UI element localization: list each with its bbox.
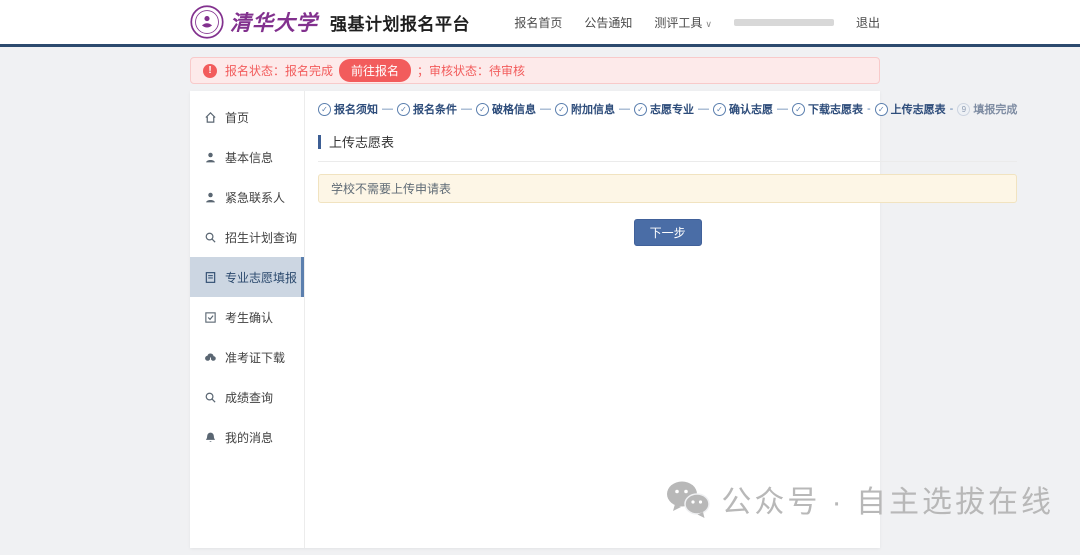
step-check-icon: ✓: [555, 103, 568, 116]
section-accent-bar: [318, 135, 321, 149]
step-label: 志愿专业: [650, 101, 694, 117]
wechat-icon: [665, 479, 711, 519]
sidebar-item-label: 考生确认: [225, 309, 273, 326]
sidebar: 首页基本信息紧急联系人招生计划查询专业志愿填报考生确认准考证下载成绩查询我的消息: [190, 91, 305, 548]
step-7: ✓下载志愿表: [792, 101, 863, 117]
sidebar-item-label: 准考证下载: [225, 349, 285, 366]
sidebar-item-major-preference[interactable]: 专业志愿填报: [190, 257, 304, 297]
step-6: ✓确认志愿: [713, 101, 773, 117]
chevron-down-icon: ∨: [705, 19, 712, 29]
nav-announcements[interactable]: 公告通知: [584, 14, 632, 31]
step-label: 报名须知: [334, 101, 378, 117]
watermark: 公众号 · 自主选拔在线: [665, 477, 1054, 521]
sidebar-item-my-messages[interactable]: 我的消息: [190, 417, 304, 457]
step-label: 上传志愿表: [891, 101, 946, 117]
user-icon: [204, 191, 217, 204]
step-check-icon: ✓: [476, 103, 489, 116]
step-8: ✓上传志愿表: [875, 101, 946, 117]
step-check-icon: ✓: [397, 103, 410, 116]
step-separator: —: [698, 103, 709, 115]
step-label: 报名条件: [413, 101, 457, 117]
section-title: 上传志愿表: [329, 132, 394, 151]
sidebar-item-label: 成绩查询: [225, 389, 273, 406]
step-check-icon: ✓: [875, 103, 888, 116]
sidebar-item-enrollment-plan-query[interactable]: 招生计划查询: [190, 217, 304, 257]
step-separator: -: [950, 103, 954, 115]
app-header: 清华大学 强基计划报名平台 报名首页 公告通知 测评工具∨ 退出: [0, 0, 1080, 47]
step-label: 确认志愿: [729, 101, 773, 117]
status-alert: ! 报名状态：报名完成 前往报名 ；审核状态：待审核: [190, 57, 880, 84]
step-separator: -: [867, 103, 871, 115]
step-check-icon: ✓: [318, 103, 331, 116]
top-nav: 报名首页 公告通知 测评工具∨ 退出: [514, 14, 880, 31]
cloud-download-icon: [204, 351, 217, 364]
user-info-redacted: [734, 19, 834, 26]
step-check-icon: ✓: [634, 103, 647, 116]
step-separator: —: [540, 103, 551, 115]
sidebar-item-label: 招生计划查询: [225, 229, 297, 246]
step-5: ✓志愿专业: [634, 101, 694, 117]
steps-progress: ✓报名须知—✓报名条件—✓破格信息—✓附加信息—✓志愿专业—✓确认志愿—✓下载志…: [318, 101, 1017, 117]
platform-title: 强基计划报名平台: [330, 10, 470, 35]
step-separator: —: [382, 103, 393, 115]
sidebar-item-basic-info[interactable]: 基本信息: [190, 137, 304, 177]
form-icon: [204, 271, 217, 284]
section-header: 上传志愿表: [318, 132, 1017, 151]
divider: [318, 161, 1017, 162]
sidebar-item-candidate-confirm[interactable]: 考生确认: [190, 297, 304, 337]
sidebar-item-emergency-contact[interactable]: 紧急联系人: [190, 177, 304, 217]
search-icon: [204, 391, 217, 404]
step-2: ✓报名条件: [397, 101, 457, 117]
search-icon: [204, 231, 217, 244]
watermark-text: 公众号 · 自主选拔在线: [721, 477, 1054, 521]
step-separator: —: [777, 103, 788, 115]
notice-box: 学校不需要上传申请表: [318, 174, 1017, 203]
bell-icon: [204, 431, 217, 444]
sidebar-item-score-query[interactable]: 成绩查询: [190, 377, 304, 417]
step-3: ✓破格信息: [476, 101, 536, 117]
alert-review-text: ；审核状态：待审核: [417, 62, 525, 79]
step-check-icon: ✓: [713, 103, 726, 116]
step-1: ✓报名须知: [318, 101, 378, 117]
step-label: 填报完成: [973, 101, 1017, 117]
sidebar-item-label: 首页: [225, 109, 249, 126]
home-icon: [204, 111, 217, 124]
logout-link[interactable]: 退出: [856, 14, 880, 31]
sidebar-item-label: 我的消息: [225, 429, 273, 446]
sidebar-item-label: 基本信息: [225, 149, 273, 166]
alert-status-text: 报名状态：报名完成: [225, 62, 333, 79]
university-name: 清华大学: [230, 7, 318, 37]
step-label: 下载志愿表: [808, 101, 863, 117]
nav-assessment-tools[interactable]: 测评工具∨: [654, 14, 712, 31]
sidebar-item-label: 专业志愿填报: [225, 269, 297, 286]
go-register-button[interactable]: 前往报名: [339, 59, 411, 82]
brand: 清华大学 强基计划报名平台: [190, 5, 470, 39]
tsinghua-logo-icon: [190, 5, 224, 39]
user-icon: [204, 151, 217, 164]
info-icon: !: [203, 64, 217, 78]
step-separator: —: [461, 103, 472, 115]
sidebar-item-label: 紧急联系人: [225, 189, 285, 206]
sidebar-item-home[interactable]: 首页: [190, 97, 304, 137]
nav-signup-home[interactable]: 报名首页: [514, 14, 562, 31]
step-4: ✓附加信息: [555, 101, 615, 117]
sidebar-item-admission-ticket-download[interactable]: 准考证下载: [190, 337, 304, 377]
step-label: 附加信息: [571, 101, 615, 117]
step-separator: —: [619, 103, 630, 115]
step-9: 9填报完成: [957, 101, 1017, 117]
step-number-icon: 9: [957, 103, 970, 116]
notice-text: 学校不需要上传申请表: [331, 182, 451, 196]
step-check-icon: ✓: [792, 103, 805, 116]
step-label: 破格信息: [492, 101, 536, 117]
check-square-icon: [204, 311, 217, 324]
next-step-button[interactable]: 下一步: [634, 219, 702, 246]
